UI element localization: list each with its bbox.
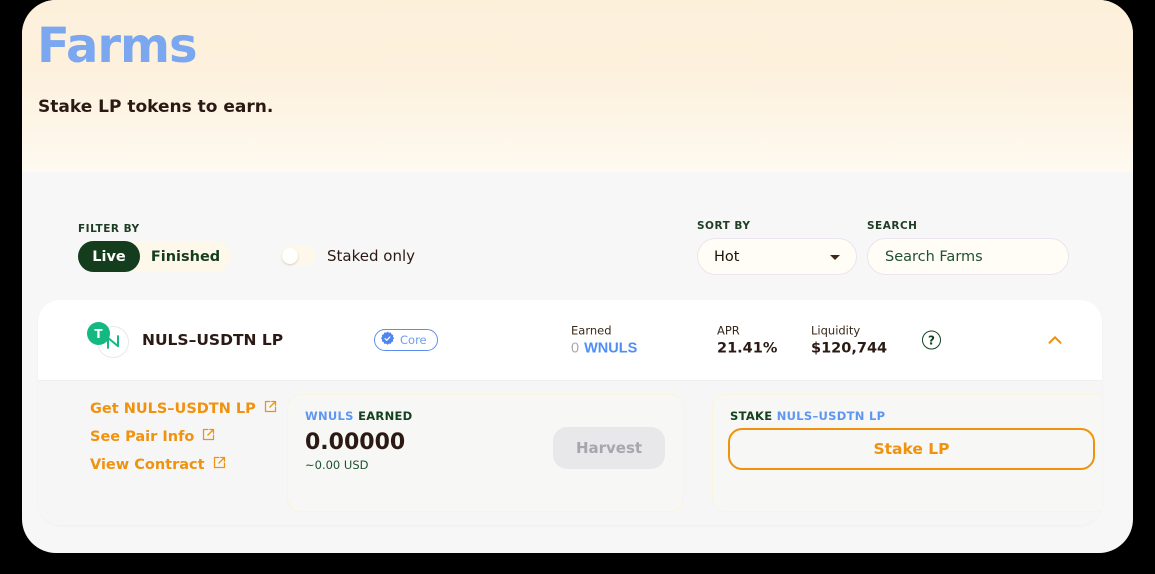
search-input[interactable]	[885, 248, 1051, 265]
sort-by-value: Hot	[714, 248, 740, 265]
external-link-icon	[263, 399, 278, 418]
chevron-up-icon[interactable]	[1044, 329, 1066, 351]
earned-token-symbol: WNULS	[584, 340, 638, 357]
question-mark-icon[interactable]: ?	[922, 330, 941, 350]
staked-only-label: Staked only	[327, 247, 415, 265]
sort-by-select[interactable]: Hot	[697, 238, 857, 275]
filter-option-finished[interactable]: Finished	[140, 241, 231, 272]
earned-amount: 0	[571, 340, 580, 357]
sort-by-label: SORT BY	[697, 220, 751, 232]
farm-links: Get NULS–USDTN LP See Pair Info View Con…	[90, 399, 278, 483]
stake-panel: STAKE NULS–USDTN LP Stake LP	[712, 394, 1102, 512]
verified-badge-icon	[380, 331, 395, 349]
toggle-knob	[282, 248, 298, 264]
view-contract-link-label: View Contract	[90, 456, 205, 473]
stake-panel-title: STAKE	[730, 409, 773, 423]
status-badge-label: Core	[400, 333, 427, 347]
earned-panel-usd: ~0.00 USD	[305, 458, 369, 472]
staked-only-toggle[interactable]	[280, 246, 316, 266]
earned-value-wrap: 0 WNULS	[571, 341, 637, 357]
status-badge: Core	[374, 329, 438, 351]
earned-panel-token: WNULS	[305, 409, 354, 423]
filter-option-live[interactable]: Live	[78, 241, 140, 272]
earned-label: Earned	[571, 323, 612, 338]
farm-expanded-panel: Get NULS–USDTN LP See Pair Info View Con…	[38, 380, 1102, 525]
farm-pair-name: NULS–USDTN LP	[142, 331, 284, 349]
search-box[interactable]	[867, 238, 1069, 275]
page-title: Farms	[37, 18, 198, 74]
view-contract-link[interactable]: View Contract	[90, 455, 278, 474]
token-pair-icons: T	[85, 322, 131, 358]
stake-panel-header: STAKE NULS–USDTN LP	[730, 409, 885, 423]
filter-by-label: FILTER BY	[78, 223, 140, 235]
external-link-icon	[212, 455, 227, 474]
farm-summary-row[interactable]: T NULS–USDTN LP Core Earned 0 WNULS APR …	[38, 300, 1102, 380]
hero-banner: Farms Stake LP tokens to earn.	[22, 0, 1133, 172]
app-window: Farms Stake LP tokens to earn. FILTER BY…	[22, 0, 1133, 553]
earned-panel-title: EARNED	[358, 409, 413, 423]
earned-panel-header: WNULS EARNED	[305, 409, 413, 423]
external-link-icon	[201, 427, 216, 446]
harvest-button[interactable]: Harvest	[553, 427, 665, 469]
get-lp-link[interactable]: Get NULS–USDTN LP	[90, 399, 278, 418]
controls-bar: FILTER BY Live Finished Staked only SORT…	[22, 172, 1133, 300]
liquidity-value: $120,744	[811, 340, 888, 357]
see-pair-info-link[interactable]: See Pair Info	[90, 427, 278, 446]
filter-segmented-control: Live Finished	[78, 241, 231, 272]
usdtn-token-icon: T	[87, 322, 110, 345]
search-label: SEARCH	[867, 220, 918, 232]
page-subtitle: Stake LP tokens to earn.	[38, 97, 274, 117]
earned-stat: Earned 0 WNULS	[571, 324, 637, 357]
apr-stat: APR 21.41%	[717, 324, 777, 357]
stake-panel-token: NULS–USDTN LP	[776, 409, 886, 423]
see-pair-info-link-label: See Pair Info	[90, 428, 195, 445]
liquidity-label: Liquidity	[811, 323, 861, 338]
farm-card: T NULS–USDTN LP Core Earned 0 WNULS APR …	[38, 300, 1102, 525]
get-lp-link-label: Get NULS–USDTN LP	[90, 400, 256, 417]
liquidity-stat: Liquidity $120,744	[811, 324, 887, 357]
earned-panel: WNULS EARNED 0.00000 ~0.00 USD Harvest	[287, 394, 684, 512]
chevron-down-icon	[830, 254, 840, 260]
filter-by-group: FILTER BY Live Finished	[78, 223, 231, 272]
apr-label: APR	[717, 323, 740, 338]
sort-by-group: SORT BY Hot	[697, 220, 857, 275]
search-group: SEARCH	[867, 220, 1069, 275]
staked-only-group: Staked only	[280, 246, 415, 266]
apr-value: 21.41%	[717, 340, 778, 357]
stake-lp-button[interactable]: Stake LP	[728, 428, 1095, 470]
earned-panel-amount: 0.00000	[305, 430, 406, 455]
